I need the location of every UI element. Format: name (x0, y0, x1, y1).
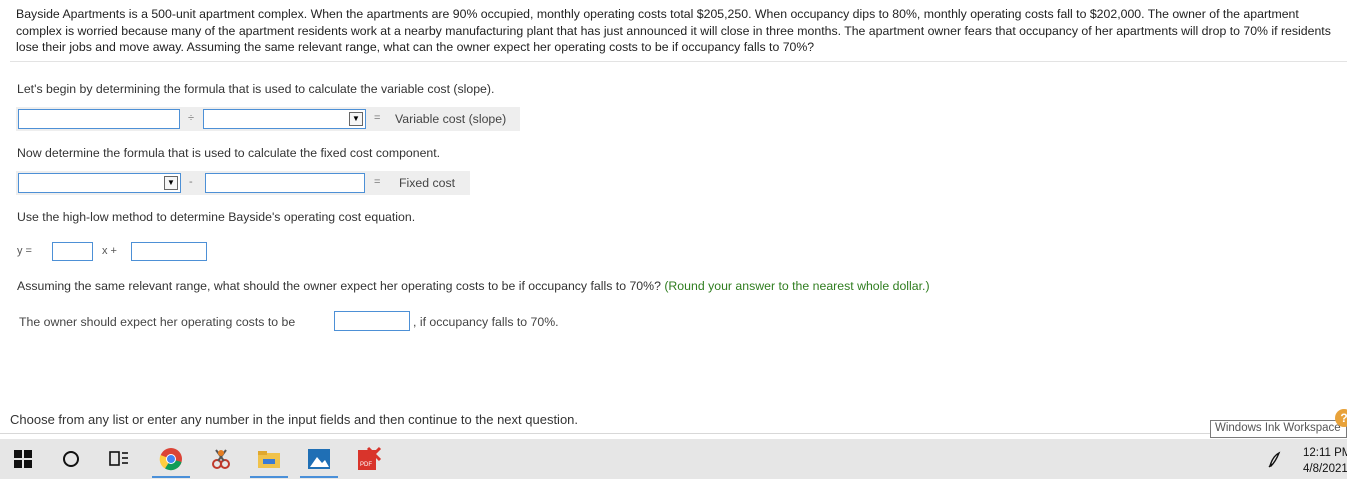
help-icon[interactable]: ? (1335, 409, 1347, 427)
footer-divider (0, 433, 1210, 434)
fixed-cost-label: Fixed cost (399, 176, 456, 190)
answer-prefix: The owner should expect her operating co… (19, 315, 296, 329)
variable-cost-denominator-select[interactable]: ▼ (203, 109, 366, 129)
minus-operator: - (189, 176, 193, 188)
clock-time: 12:11 PM (1303, 447, 1347, 459)
file-explorer-active-indicator (250, 476, 288, 478)
step4-question: Assuming the same relevant range, what s… (17, 279, 930, 293)
step1-instruction: Let's begin by determining the formula t… (17, 82, 495, 96)
x-plus-label: x + (102, 245, 117, 257)
chrome-icon[interactable] (158, 446, 184, 472)
equals-sign: = (374, 112, 381, 124)
dropdown-arrow-icon[interactable]: ▼ (164, 176, 178, 190)
step3-instruction: Use the high-low method to determine Bay… (17, 210, 416, 224)
divider (10, 61, 1347, 62)
variable-cost-numerator-input[interactable] (18, 109, 180, 129)
slope-input[interactable] (52, 242, 93, 261)
snipping-tool-icon[interactable] (208, 446, 234, 472)
file-explorer-icon[interactable] (256, 446, 282, 472)
operating-cost-answer-input[interactable] (334, 311, 410, 331)
clock-date: 4/8/2021 (1303, 463, 1347, 475)
cortana-search-icon[interactable] (58, 446, 84, 472)
taskbar: PDF (0, 439, 1347, 479)
intercept-input[interactable] (131, 242, 207, 261)
rounding-hint: (Round your answer to the nearest whole … (664, 279, 930, 293)
equals-sign: = (374, 176, 381, 188)
fixed-cost-second-input[interactable] (205, 173, 365, 193)
pdf-reader-icon[interactable]: PDF (356, 446, 382, 472)
photos-icon[interactable] (306, 446, 332, 472)
divide-operator: ÷ (188, 112, 195, 124)
variable-cost-label: Variable cost (slope) (395, 112, 507, 126)
step2-instruction: Now determine the formula that is used t… (17, 146, 441, 160)
y-equals-label: y = (17, 245, 32, 257)
footer-instruction: Choose from any list or enter any number… (10, 412, 579, 427)
windows-start-icon[interactable] (10, 446, 36, 472)
step4-question-text: Assuming the same relevant range, what s… (17, 279, 661, 293)
system-clock[interactable]: 12:11 PM 4/8/2021 (1303, 445, 1347, 477)
task-view-icon[interactable] (106, 446, 132, 472)
problem-statement: Bayside Apartments is a 500-unit apartme… (16, 7, 1331, 54)
answer-suffix: , if occupancy falls to 70%. (413, 315, 559, 329)
fixed-cost-first-select[interactable]: ▼ (18, 173, 181, 193)
photos-active-indicator (300, 476, 338, 478)
pen-icon[interactable] (1265, 446, 1287, 472)
windows-ink-workspace-button[interactable]: Windows Ink Workspace (1210, 420, 1347, 438)
fixed-cost-formula-row: ▼ - = Fixed cost (16, 171, 470, 195)
variable-cost-formula-row: ÷ ▼ = Variable cost (slope) (16, 107, 520, 131)
chrome-active-indicator (152, 476, 190, 478)
dropdown-arrow-icon[interactable]: ▼ (349, 112, 363, 126)
pdf-icon-label: PDF (360, 462, 372, 468)
